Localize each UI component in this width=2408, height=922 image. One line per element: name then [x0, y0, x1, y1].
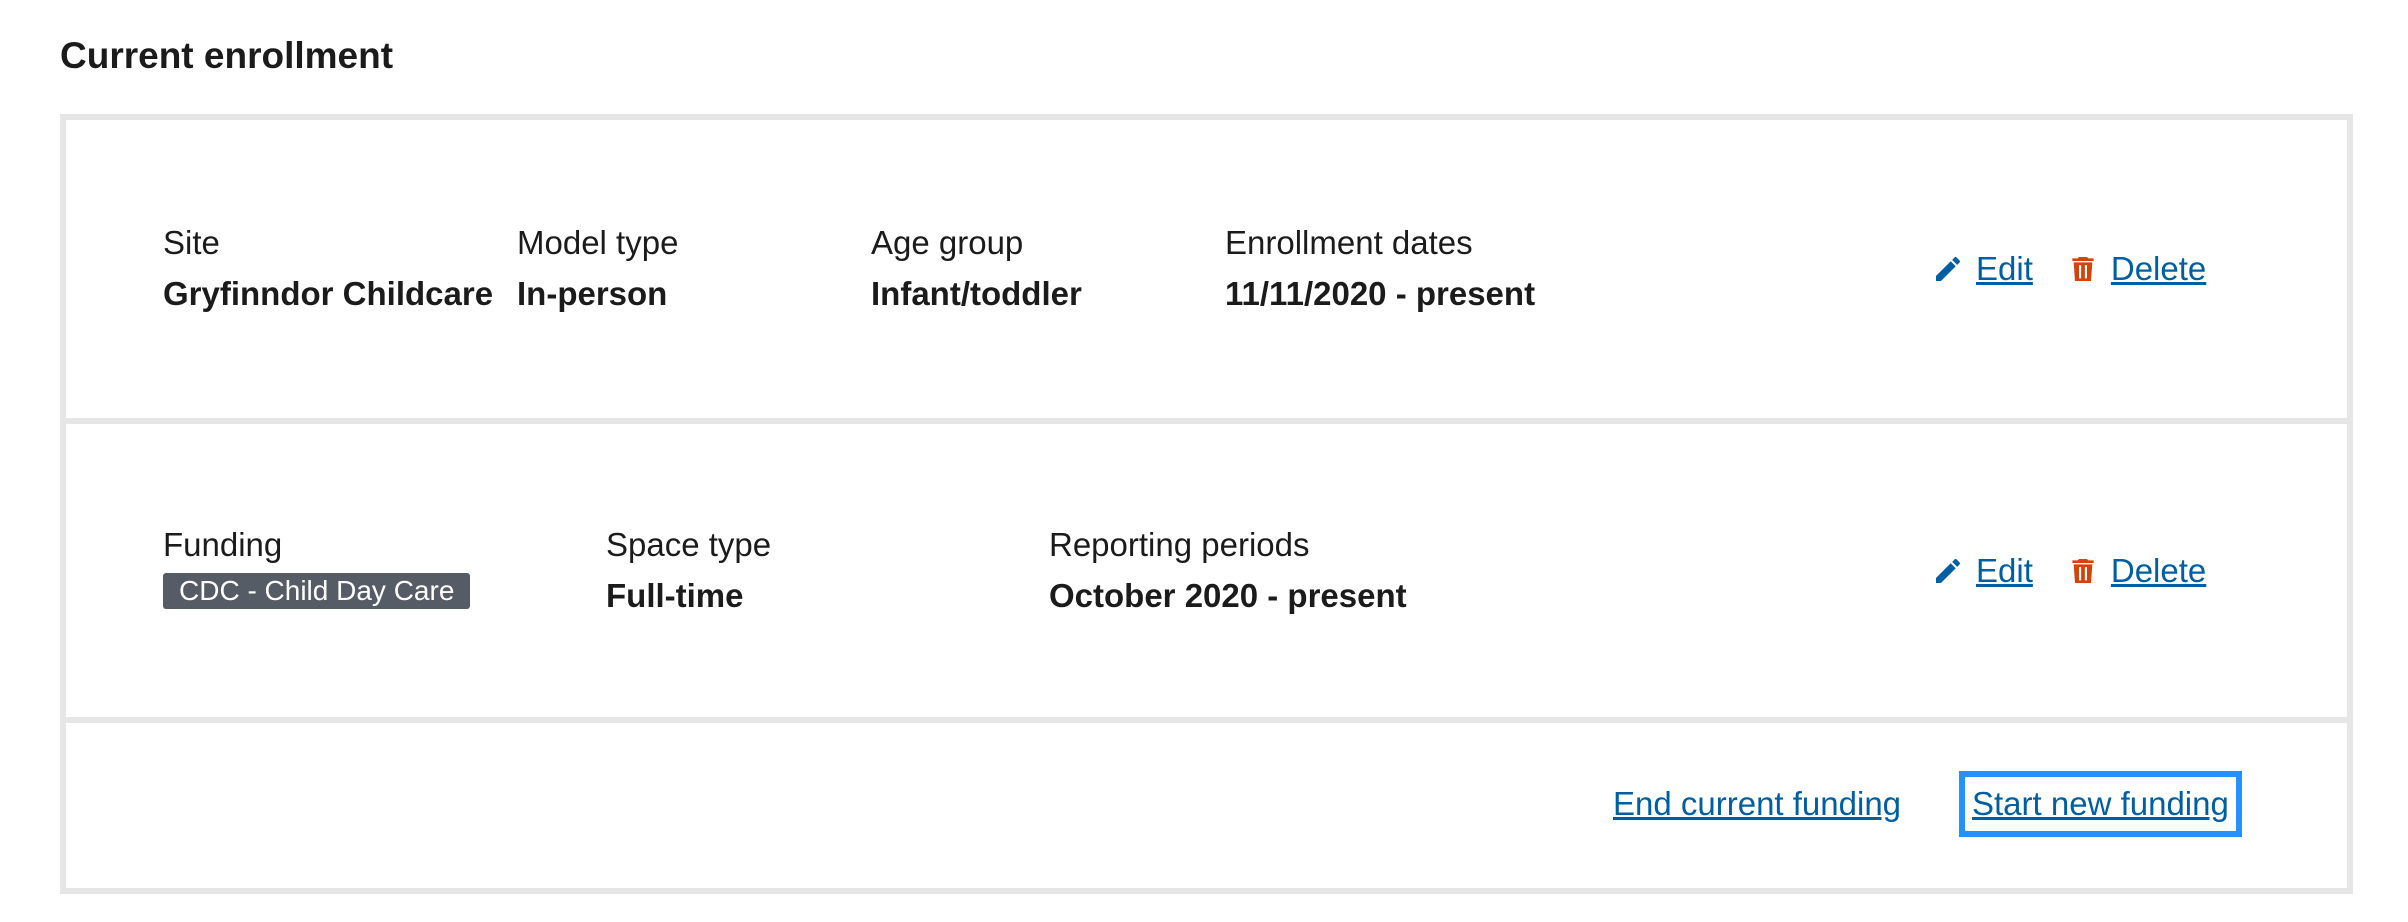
section-title: Current enrollment	[60, 35, 394, 76]
site-value: Gryfinndor Childcare	[163, 275, 494, 312]
funding-field: Funding CDC - Child Day Care	[163, 525, 471, 609]
funding-edit-label: Edit	[1976, 552, 2033, 589]
age-group-field: Age group Infant/toddler	[871, 223, 1082, 314]
site-field: Site Gryfinndor Childcare	[163, 223, 493, 314]
enrollment-delete-label: Delete	[2110, 250, 2207, 287]
enrollment-dates-label: Enrollment dates	[1225, 224, 1473, 261]
funding-footer-row: End current funding Start new funding	[66, 723, 2347, 888]
funding-row: Funding CDC - Child Day Care Space type …	[66, 424, 2347, 723]
model-type-field: Model type In-person	[517, 223, 678, 314]
enrollment-edit-label: Edit	[1976, 250, 2033, 287]
enrollment-dates-field: Enrollment dates 11/11/2020 - present	[1225, 223, 1535, 314]
model-type-value: In-person	[517, 275, 668, 312]
enrollment-delete-button[interactable]: Delete	[2067, 249, 2206, 289]
reporting-periods-field: Reporting periods October 2020 - present	[1049, 525, 1407, 616]
funding-label: Funding	[163, 526, 283, 563]
funding-edit-button[interactable]: Edit	[1932, 551, 2033, 591]
reporting-periods-label: Reporting periods	[1049, 526, 1310, 563]
enrollment-edit-button[interactable]: Edit	[1932, 249, 2033, 289]
end-current-funding-link[interactable]: End current funding	[1613, 784, 1901, 824]
funding-delete-label: Delete	[2110, 552, 2207, 589]
model-type-label: Model type	[517, 224, 679, 261]
trash-icon	[2072, 257, 2094, 281]
funding-tag: CDC - Child Day Care	[163, 573, 471, 609]
funding-delete-button[interactable]: Delete	[2067, 551, 2206, 591]
enrollment-card: Site Gryfinndor Childcare Model type In-…	[60, 114, 2353, 894]
enrollment-dates-value: 11/11/2020 - present	[1225, 275, 1536, 312]
enrollment-actions: Edit Delete	[1932, 249, 2206, 289]
start-new-funding-link[interactable]: Start new funding	[1959, 771, 2242, 837]
pencil-icon	[1936, 256, 1961, 281]
age-group-value: Infant/toddler	[871, 275, 1082, 312]
site-label: Site	[163, 224, 220, 261]
pencil-icon	[1936, 558, 1961, 583]
funding-actions: Edit Delete	[1932, 551, 2206, 591]
page: Current enrollment Site Gryfinndor Child…	[0, 0, 2408, 922]
age-group-label: Age group	[871, 224, 1024, 261]
enrollment-row: Site Gryfinndor Childcare Model type In-…	[66, 120, 2347, 424]
space-type-label: Space type	[606, 526, 772, 563]
trash-icon	[2072, 559, 2094, 583]
space-type-value: Full-time	[606, 577, 744, 614]
space-type-field: Space type Full-time	[606, 525, 771, 616]
reporting-periods-value: October 2020 - present	[1049, 577, 1407, 614]
